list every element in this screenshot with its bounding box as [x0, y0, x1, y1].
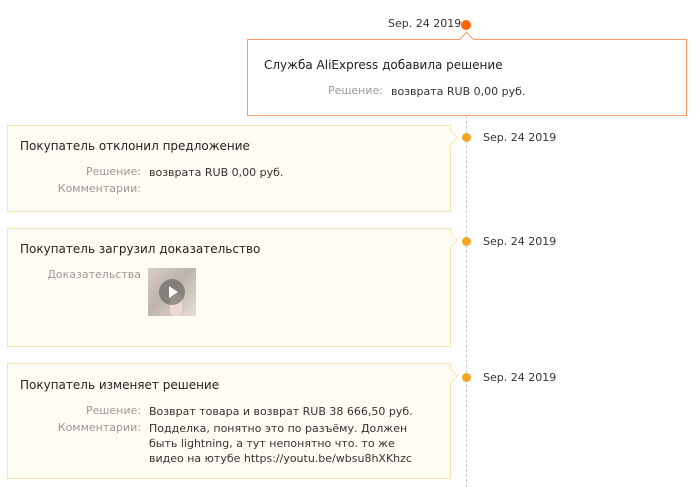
- timeline-dot: [462, 237, 471, 246]
- comment-row: Комментарии: Подделка, понятно это по ра…: [20, 421, 424, 466]
- evidence-label: Доказательства: [47, 268, 141, 281]
- timeline-dot-active: [461, 20, 471, 30]
- comment-label: Комментарии:: [57, 182, 141, 195]
- card-arrow: [442, 232, 459, 249]
- event-date: Sep. 24 2019: [483, 131, 557, 144]
- solution-row: Решение: возврата RUB 0,00 руб.: [264, 84, 525, 99]
- solution-value: возврата RUB 0,00 руб.: [149, 166, 284, 179]
- event-date: Sep. 24 2019: [483, 371, 557, 384]
- card-arrow: [458, 31, 475, 48]
- card-arrow: [442, 129, 459, 146]
- solution-value: возврата RUB 0,00 руб.: [391, 85, 526, 98]
- solution-label: Решение:: [327, 84, 383, 97]
- event-date: Sep. 24 2019: [483, 235, 557, 248]
- timeline-dot: [462, 133, 471, 142]
- card-arrow: [442, 367, 459, 384]
- event-card-buyer-uploaded-evidence: Покупатель загрузил доказательство Доказ…: [7, 228, 459, 347]
- event-title: Покупатель отклонил предложение: [20, 139, 250, 153]
- comment-value: Подделка, понятно это по разъёму. Должен…: [149, 422, 412, 465]
- event-card-buyer-declined: Покупатель отклонил предложение Решение:…: [7, 125, 459, 212]
- event-date: Sep. 24 2019: [388, 17, 462, 30]
- event-title: Служба AliExpress добавила решение: [264, 58, 503, 72]
- evidence-video-thumbnail[interactable]: [148, 268, 196, 316]
- solution-value: Возврат товара и возврат RUB 38 666,50 р…: [149, 405, 413, 418]
- event-title: Покупатель изменяет решение: [20, 378, 220, 392]
- solution-row: Решение: возврата RUB 0,00 руб.: [20, 165, 283, 180]
- event-card-buyer-changed-solution: Покупатель изменяет решение Решение: Воз…: [7, 363, 459, 479]
- solution-label: Решение:: [85, 165, 141, 178]
- comment-label: Комментарии:: [57, 421, 141, 434]
- timeline-dot: [462, 373, 471, 382]
- solution-row: Решение: Возврат товара и возврат RUB 38…: [20, 404, 413, 419]
- solution-label: Решение:: [85, 404, 141, 417]
- event-title: Покупатель загрузил доказательство: [20, 242, 261, 256]
- evidence-row: Доказательства: [20, 268, 141, 281]
- comment-row: Комментарии:: [20, 182, 149, 195]
- event-card-aliexpress-solution: Служба AliExpress добавила решение Решен…: [247, 31, 687, 116]
- play-icon[interactable]: [159, 279, 185, 305]
